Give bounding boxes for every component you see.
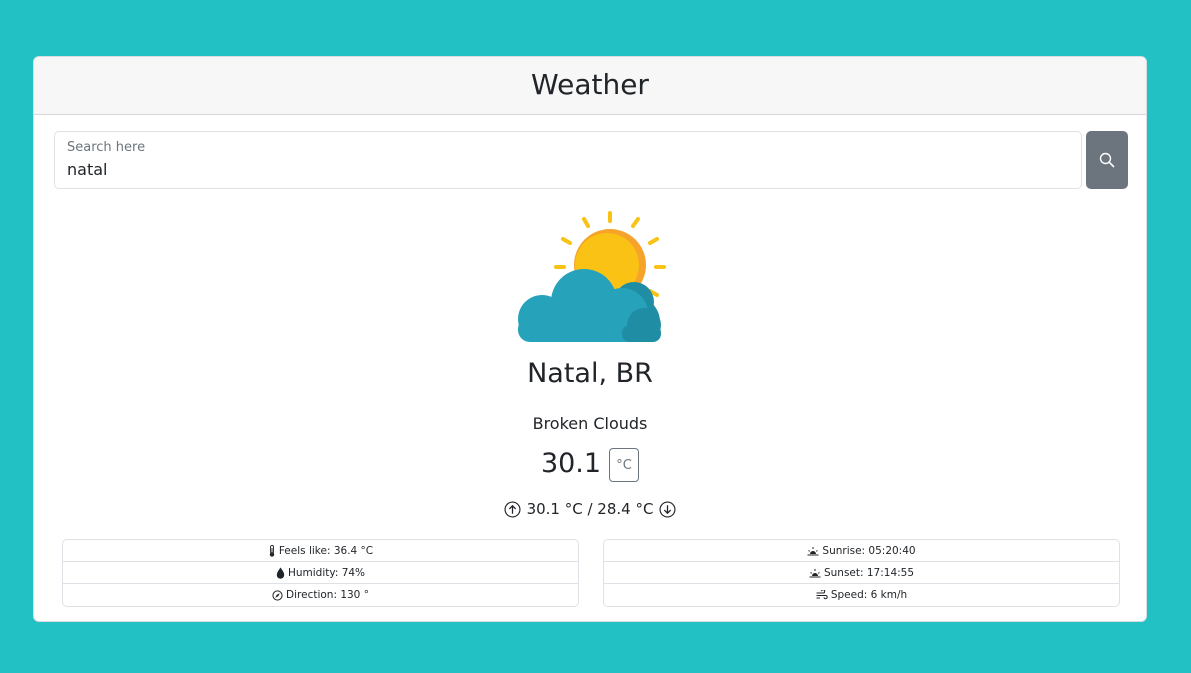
sunset-text: Sunset: 17:14:55 [823, 566, 915, 579]
weather-description: Broken Clouds [532, 414, 648, 433]
temperature-row: 30.1 °C [34, 445, 1146, 482]
wind-speed-text: Speed: 6 km/h [830, 589, 908, 601]
arrow-up-circle-icon [504, 500, 521, 518]
city-name: Natal, BR [527, 358, 653, 389]
unit-toggle-button[interactable]: °C [609, 448, 640, 482]
arrow-down-circle-icon [659, 500, 676, 518]
humidity-text: Humidity: 74% [287, 566, 366, 579]
list-item: Sunrise: 05:20:40 [604, 540, 1119, 562]
sunrise-text: Sunrise: 05:20:40 [822, 544, 916, 557]
list-item: Feels like: 36.4 °C [63, 540, 578, 562]
sunrise-icon [807, 546, 819, 556]
partly-cloudy-icon [514, 207, 668, 348]
search-button[interactable] [1086, 131, 1128, 189]
search-icon [1099, 152, 1115, 168]
max-min-temperature: 30.1 °C / 28.4 °C [526, 500, 654, 518]
app-title: Weather [531, 68, 649, 101]
search-field[interactable]: Search here [54, 131, 1082, 189]
list-item: Speed: 6 km/h [604, 584, 1119, 606]
wind-icon [816, 590, 828, 600]
thermometer-icon [268, 544, 276, 557]
search-bar: Search here [54, 131, 1129, 189]
feels-like-text: Feels like: 36.4 °C [278, 544, 374, 557]
details-list-right: Sunrise: 05:20:40 Sunset: 17:14:55 Speed… [603, 539, 1120, 607]
search-input[interactable] [67, 160, 967, 179]
weather-card: Weather Search here natal Natal, BR Brok… [33, 56, 1147, 622]
list-item: Humidity: 74% [63, 562, 578, 584]
search-label: Search here [67, 140, 146, 155]
list-item: Direction: 130 ° [63, 584, 578, 606]
details-list-left: Feels like: 36.4 °C Humidity: 74% Direct… [62, 539, 579, 607]
card-header: Weather [34, 57, 1146, 115]
list-item: Sunset: 17:14:55 [604, 562, 1119, 584]
max-min-row: 30.1 °C / 28.4 °C [34, 500, 1146, 518]
sunset-icon [809, 568, 821, 578]
droplet-icon [276, 567, 285, 579]
temperature-value: 30.1 [540, 448, 602, 479]
direction-text: Direction: 130 ° [286, 589, 369, 601]
compass-icon [272, 589, 283, 601]
